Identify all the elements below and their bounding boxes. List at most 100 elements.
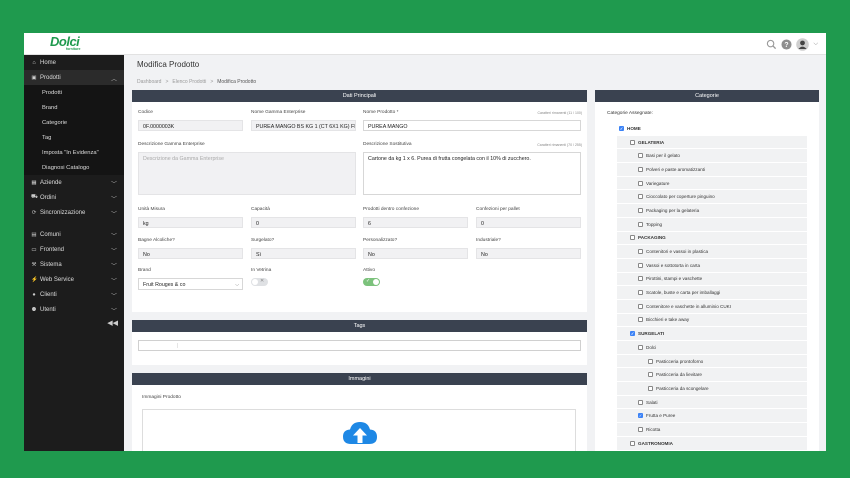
checkbox-icon[interactable] [638, 303, 643, 309]
desc-sostitutiva-textarea[interactable]: Cartone da kg 1 x 6. Purea di frutta con… [363, 152, 581, 195]
tags-input[interactable] [138, 340, 581, 351]
surgelato-field[interactable]: Sì [251, 248, 356, 259]
category-row[interactable]: GASTRONOMIA [617, 436, 807, 451]
checkbox-icon[interactable] [648, 358, 653, 364]
sidebar-item-comuni[interactable]: ▤ Comuni ﹀ [24, 227, 124, 242]
checkbox-icon[interactable] [638, 399, 643, 405]
category-row[interactable]: Salati [617, 395, 807, 410]
breadcrumb-elenco-prodotti[interactable]: Elenco Prodotti [172, 79, 206, 85]
category-row[interactable]: Ricotta [617, 423, 807, 437]
codice-field[interactable]: 0F.0000003K [138, 120, 243, 131]
category-row[interactable]: ✓ Frutta e Puree [617, 409, 807, 424]
category-row[interactable]: Vassoi e sottotorta in carta [617, 258, 807, 273]
sidebar-subitem-prodotti[interactable]: Prodotti [24, 85, 124, 100]
category-row[interactable]: Pirottini, stampi e vaschette [617, 272, 807, 287]
checkbox-checked-icon[interactable]: ✓ [630, 331, 635, 337]
category-tree: ✓ HOME GELATERIA Basi per il gelato Polveri … [617, 122, 807, 451]
category-row[interactable]: ✓ SURGELATI [617, 327, 807, 341]
category-row[interactable]: Contenitore e vaschette in alluminio CUK… [617, 299, 807, 314]
checkbox-icon[interactable] [648, 372, 653, 378]
sidebar-item-sincronizzazione[interactable]: ⟳ Sincronizzazione ﹀ [24, 205, 124, 220]
checkbox-checked-icon[interactable]: ✓ [619, 125, 624, 131]
checkbox-icon[interactable] [630, 235, 635, 241]
sidebar-item-ordini[interactable]: ⛟ Ordini ﹀ [24, 190, 124, 205]
category-row[interactable]: Contenitori e vassoi in plastica [617, 245, 807, 259]
sidebar-item-home[interactable]: ⌂ Home [24, 55, 124, 70]
checkbox-icon[interactable] [638, 262, 643, 268]
sidebar-item-clienti[interactable]: ● Clienti ﹀ [24, 287, 124, 302]
bagne-field[interactable]: No [138, 248, 243, 259]
checkbox-icon[interactable] [638, 180, 643, 186]
sidebar-subitem-brand[interactable]: Brand [24, 100, 124, 115]
checkbox-icon[interactable] [638, 426, 643, 432]
category-row[interactable]: Pasticceria da lievitare [617, 368, 807, 383]
checkbox-icon[interactable] [638, 276, 643, 282]
category-row[interactable]: Scatole, buste e carta per imballaggi [617, 286, 807, 300]
sidebar-item-web-service[interactable]: ⚡ Web Service ﹀ [24, 272, 124, 287]
checkbox-icon[interactable] [630, 139, 635, 145]
category-row[interactable]: Variegature [617, 176, 807, 191]
checkbox-icon[interactable] [630, 440, 635, 446]
category-row[interactable]: Packaging per la gelateria [617, 204, 807, 218]
prodotti-confezione-field[interactable]: 6 [363, 217, 468, 228]
confezioni-pallet-field[interactable]: 0 [476, 217, 581, 228]
nome-gamma-field[interactable]: PUREA MANGO BS KG 1 (CT 6X1 KG) FRC [251, 120, 356, 131]
help-icon[interactable]: ? [781, 39, 792, 50]
brand-select[interactable]: Fruit Rouges & co ⌵ [138, 278, 243, 290]
checkbox-icon[interactable] [638, 207, 643, 213]
sidebar-subitem-tag[interactable]: Tag [24, 130, 124, 145]
personalizzato-field[interactable]: No [363, 248, 468, 259]
chevron-down-icon[interactable]: ⌵ [813, 41, 818, 48]
category-row[interactable]: Pasticceria prontoforno [617, 354, 807, 369]
checkbox-checked-icon[interactable]: ✓ [638, 413, 643, 419]
checkbox-icon[interactable] [638, 317, 643, 323]
bagne-label: Bagne Alcoliche? [138, 238, 175, 243]
category-row[interactable]: Basi per il gelato [617, 149, 807, 164]
desc-gamma-field[interactable]: Descrizione da Gamma Enterprise [138, 152, 356, 195]
breadcrumb: Dashboard > Elenco Prodotti > Modifica P… [137, 79, 256, 85]
checkbox-icon[interactable] [638, 344, 643, 350]
category-row[interactable]: Pasticceria da scongelare [617, 382, 807, 396]
tags-input-field[interactable] [142, 343, 178, 348]
sidebar-subitem-categorie[interactable]: Categorie [24, 115, 124, 130]
chevron-up-icon: ︿ [110, 77, 117, 83]
category-label: Pasticceria prontoforno [656, 358, 704, 364]
category-row[interactable]: Polveri e paste aromatizzanti [617, 163, 807, 177]
sidebar-item-prodotti[interactable]: ▣ Prodotti ︿ [24, 70, 124, 85]
in-vetrina-toggle[interactable]: ✕ [251, 278, 268, 286]
checkbox-icon[interactable] [648, 385, 653, 391]
brand-logo[interactable]: Dolci forniture [50, 34, 100, 52]
sidebar-subitem-in-evidenza[interactable]: Imposta "In Evidenza" [24, 145, 124, 160]
checkbox-icon[interactable] [638, 166, 643, 172]
sidebar-item-sistema[interactable]: ⚒ Sistema ﹀ [24, 257, 124, 272]
unita-field[interactable]: kg [138, 217, 243, 228]
attivo-toggle[interactable]: ✓ [363, 278, 380, 286]
category-row[interactable]: Cioccolato per coperture pinguino [617, 190, 807, 205]
capacita-field[interactable]: 0 [251, 217, 356, 228]
nome-prodotto-input[interactable]: PUREA MANGO [363, 120, 581, 131]
category-row[interactable]: PACKAGING [617, 231, 807, 246]
sidebar-item-aziende[interactable]: ▦ Aziende ﹀ [24, 175, 124, 190]
breadcrumb-dashboard[interactable]: Dashboard [137, 79, 161, 85]
industriale-field[interactable]: No [476, 248, 581, 259]
sidebar-subitem-diagnosi[interactable]: Diagnosi Catalogo [24, 160, 124, 175]
checkbox-icon[interactable] [638, 153, 643, 159]
category-row[interactable]: Bicchieri e take away [617, 313, 807, 328]
sidebar-collapse-button[interactable]: ◀◀ [107, 319, 118, 327]
checkbox-icon[interactable] [638, 290, 643, 296]
category-row[interactable]: Topping [617, 217, 807, 232]
image-dropzone[interactable] [142, 409, 576, 451]
category-row[interactable]: ✓ HOME [617, 122, 807, 136]
sidebar-item-label: Utenti [40, 306, 56, 313]
checkbox-icon[interactable] [638, 249, 643, 255]
avatar-icon[interactable] [796, 38, 810, 51]
category-row[interactable]: Dolci [617, 341, 807, 355]
category-row[interactable]: GELATERIA [617, 135, 807, 150]
sidebar-item-utenti[interactable]: ⚉ Utenti ﹀ [24, 302, 124, 317]
monitor-icon: ▭ [31, 246, 37, 253]
chevron-down-icon: ﹀ [110, 212, 117, 218]
zoom-icon[interactable] [766, 39, 777, 50]
checkbox-icon[interactable] [638, 221, 643, 227]
checkbox-icon[interactable] [638, 194, 643, 200]
sidebar-item-frontend[interactable]: ▭ Frontend ﹀ [24, 242, 124, 257]
